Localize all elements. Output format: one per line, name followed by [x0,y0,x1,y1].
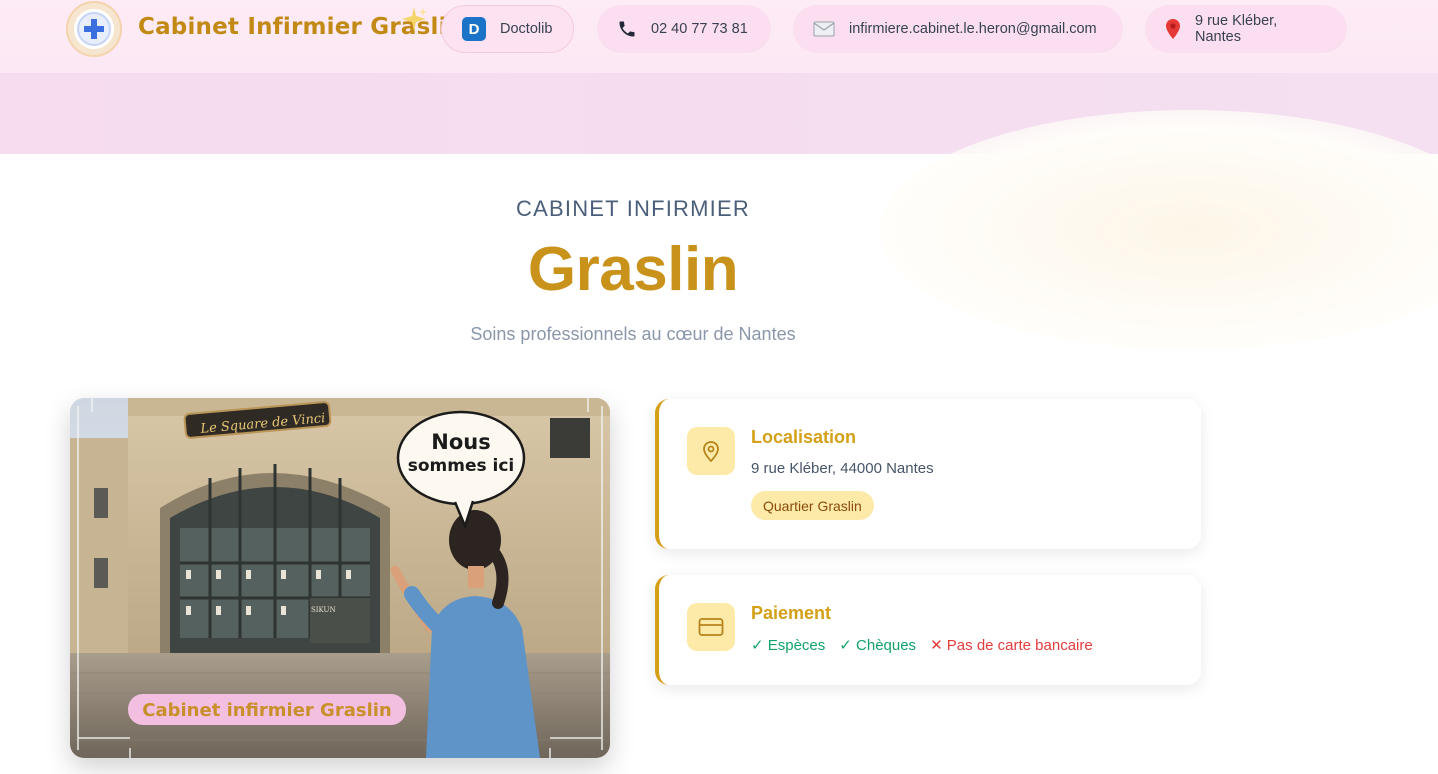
email-address: infirmiere.cabinet.le.heron@gmail.com [849,21,1097,37]
sparkle-icon [402,7,427,31]
doctolib-icon: D [462,17,486,41]
hero-eyebrow: CABINET INFIRMIER [516,196,750,221]
payment-options: ✓ Espèces ✓ Chèques ✕ Pas de carte banca… [751,636,1093,654]
doctolib-label: Doctolib [500,21,553,37]
page-title: Graslin [527,235,739,304]
logo[interactable] [66,1,122,57]
speech-bubble-line-1: Nous [431,430,490,454]
email-link[interactable]: infirmiere.cabinet.le.heron@gmail.com [793,5,1123,53]
payment-card: Paiement ✓ Espèces ✓ Chèques ✕ Pas de ca… [655,575,1201,685]
location-title: Localisation [751,427,857,447]
cabinet-photo: SIKUN Le Square de Vinci Nous sommes ici… [70,398,610,758]
payment-title: Paiement [751,603,832,623]
mail-icon [813,21,835,37]
top-header: Cabinet Infirmier Graslin D Doctolib 02 … [0,0,1438,73]
pin-icon [1165,19,1181,39]
phone-number: 02 40 77 73 81 [651,21,748,37]
location-card: Localisation 9 rue Kléber, 44000 Nantes … [655,399,1201,549]
doctolib-button[interactable]: D Doctolib [441,5,574,53]
address-text: 9 rue Kléber, Nantes [1195,13,1278,45]
phone-icon [617,19,637,39]
neighborhood-badge: Quartier Graslin [751,491,874,520]
location-address: 9 rue Kléber, 44000 Nantes [751,460,934,477]
location-icon [687,427,735,475]
credit-card-icon [687,603,735,651]
shop-sign: SIKUN [311,606,336,614]
payment-option-checks: ✓ Chèques [839,637,917,654]
medical-cross-icon [77,12,111,46]
payment-option-cash: ✓ Espèces [751,637,826,654]
phone-link[interactable]: 02 40 77 73 81 [597,5,771,53]
hero-tagline: Soins professionnels au cœur de Nantes [470,324,796,344]
photo-caption: Cabinet infirmier Graslin [142,700,391,721]
speech-bubble-line-2: sommes ici [408,456,515,476]
address-link[interactable]: 9 rue Kléber, Nantes [1145,5,1347,53]
payment-option-no-card: ✕ Pas de carte bancaire [930,637,1093,654]
